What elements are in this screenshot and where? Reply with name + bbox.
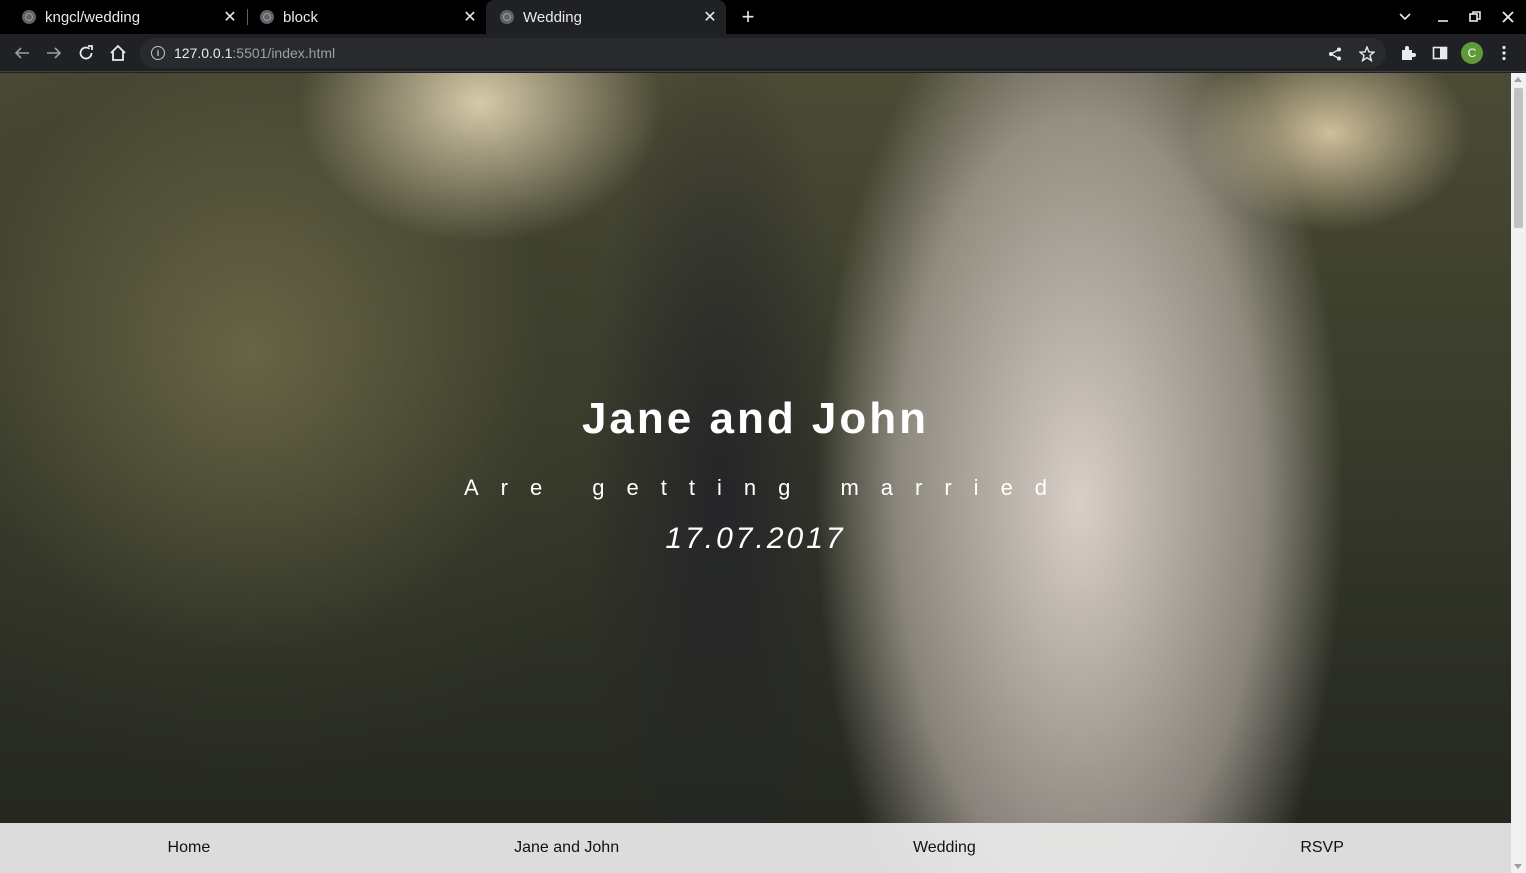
tab-wedding[interactable]: Wedding ✕ xyxy=(486,0,726,34)
close-icon[interactable]: ✕ xyxy=(700,7,720,27)
nav-link-rsvp[interactable]: RSVP xyxy=(1133,823,1511,873)
scroll-up-icon[interactable] xyxy=(1514,77,1522,82)
reload-icon xyxy=(79,45,93,60)
tab-title: kngcl/wedding xyxy=(45,8,141,26)
tab-block[interactable]: block ✕ xyxy=(238,0,486,34)
wedding-date: 17.07.2017 xyxy=(665,522,846,555)
avatar-initial: C xyxy=(1467,46,1477,60)
bottom-nav-bar: Home Jane and John Wedding RSVP xyxy=(0,823,1511,873)
more-vert-icon xyxy=(1502,45,1506,61)
tab-title: block xyxy=(283,8,319,26)
hero-subtitle: Are getting married xyxy=(463,475,1070,500)
bookmark-star-icon[interactable] xyxy=(1358,45,1376,63)
url-text: 127.0.0.1:5501/index.html xyxy=(174,45,335,61)
globe-icon xyxy=(260,10,274,24)
github-icon xyxy=(22,10,36,24)
tab-title: Wedding xyxy=(523,8,582,26)
tab-github[interactable]: kngcl/wedding ✕ xyxy=(0,0,246,34)
nav-link-jane-and-john[interactable]: Jane and John xyxy=(378,823,756,873)
url-path: :5501/index.html xyxy=(232,45,336,61)
page-scrollbar[interactable] xyxy=(1511,73,1526,873)
globe-icon xyxy=(500,10,514,24)
home-icon xyxy=(110,44,126,61)
side-panel-button[interactable] xyxy=(1428,41,1452,65)
home-button[interactable] xyxy=(106,41,130,65)
browser-toolbar: i 127.0.0.1:5501/index.html C xyxy=(0,34,1526,72)
close-window-icon[interactable] xyxy=(1496,5,1520,29)
scroll-down-icon[interactable] xyxy=(1514,864,1522,869)
menu-button[interactable] xyxy=(1492,41,1516,65)
tab-search-icon[interactable] xyxy=(1393,5,1417,29)
restore-icon[interactable] xyxy=(1463,5,1487,29)
back-button[interactable] xyxy=(10,41,34,65)
extensions-button[interactable] xyxy=(1396,41,1420,65)
puzzle-icon xyxy=(1402,46,1416,60)
url-host: 127.0.0.1 xyxy=(174,45,233,61)
new-tab-button[interactable]: + xyxy=(736,4,760,29)
arrow-right-icon xyxy=(47,47,62,59)
couple-names-heading: Jane and John xyxy=(581,394,930,443)
tab-strip: kngcl/wedding ✕ block ✕ Wedding ✕ + xyxy=(0,0,1526,34)
page-viewport: Jane and John Are getting married 17.07.… xyxy=(0,73,1511,873)
close-icon[interactable]: ✕ xyxy=(460,7,480,27)
nav-link-home[interactable]: Home xyxy=(0,823,378,873)
reload-button[interactable] xyxy=(74,41,98,65)
minimize-icon[interactable] xyxy=(1431,5,1455,29)
address-bar[interactable]: i 127.0.0.1:5501/index.html xyxy=(140,38,1386,68)
profile-avatar[interactable]: C xyxy=(1461,42,1483,64)
share-icon[interactable] xyxy=(1326,45,1344,63)
site-info-icon[interactable]: i xyxy=(151,46,165,60)
close-icon[interactable]: ✕ xyxy=(220,7,240,27)
forward-button[interactable] xyxy=(42,41,66,65)
hero-photo xyxy=(0,73,1511,873)
arrow-left-icon xyxy=(14,47,29,59)
side-panel-icon xyxy=(1432,46,1448,60)
nav-link-wedding[interactable]: Wedding xyxy=(756,823,1134,873)
scrollbar-thumb[interactable] xyxy=(1514,88,1523,228)
